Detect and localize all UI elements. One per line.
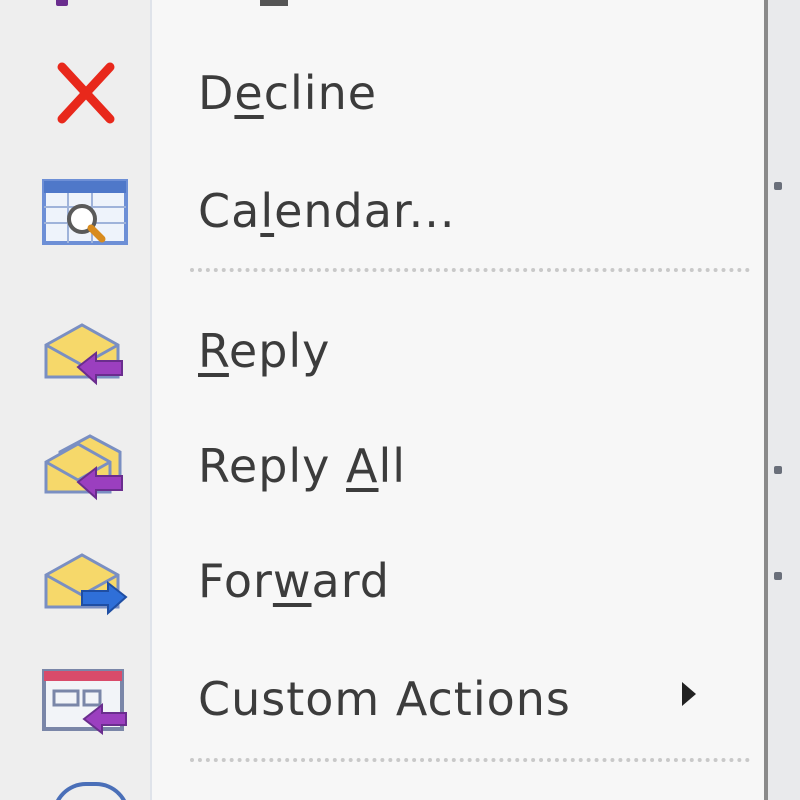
calendar-icon	[42, 179, 128, 245]
menu-item-reply-all[interactable]: Reply All	[0, 405, 764, 515]
menu-separator	[190, 268, 750, 272]
forward-icon	[44, 553, 128, 616]
menu-item-forward[interactable]: Forward	[0, 520, 764, 630]
menu-item-label: Decline	[198, 66, 378, 120]
custom-actions-icon	[42, 669, 127, 735]
menu-item-label: Reply	[198, 324, 331, 378]
menu-item-custom-actions[interactable]: Custom Actions	[0, 638, 764, 748]
context-menu: Decline Calendar... Reply Reply All Forw…	[0, 0, 768, 800]
menu-separator	[190, 758, 750, 762]
reply-icon	[44, 323, 123, 386]
decline-x-icon	[57, 62, 115, 124]
edge-mark	[774, 182, 782, 190]
menu-item-calendar[interactable]: Calendar...	[0, 150, 764, 260]
partial-top-label	[260, 0, 288, 6]
edge-mark	[774, 572, 782, 580]
menu-item-label: Calendar...	[198, 184, 456, 238]
menu-item-label: Reply All	[198, 439, 407, 493]
submenu-arrow-icon	[682, 682, 696, 706]
menu-item-reply[interactable]: Reply	[0, 290, 764, 400]
menu-item-decline[interactable]: Decline	[0, 32, 764, 142]
menu-item-label: Forward	[198, 554, 390, 608]
menu-item-label: Custom Actions	[198, 672, 571, 726]
reply-all-icon	[44, 434, 123, 501]
background-window-edge	[768, 0, 800, 800]
partial-top-icon	[56, 0, 68, 6]
edge-mark	[774, 466, 782, 474]
